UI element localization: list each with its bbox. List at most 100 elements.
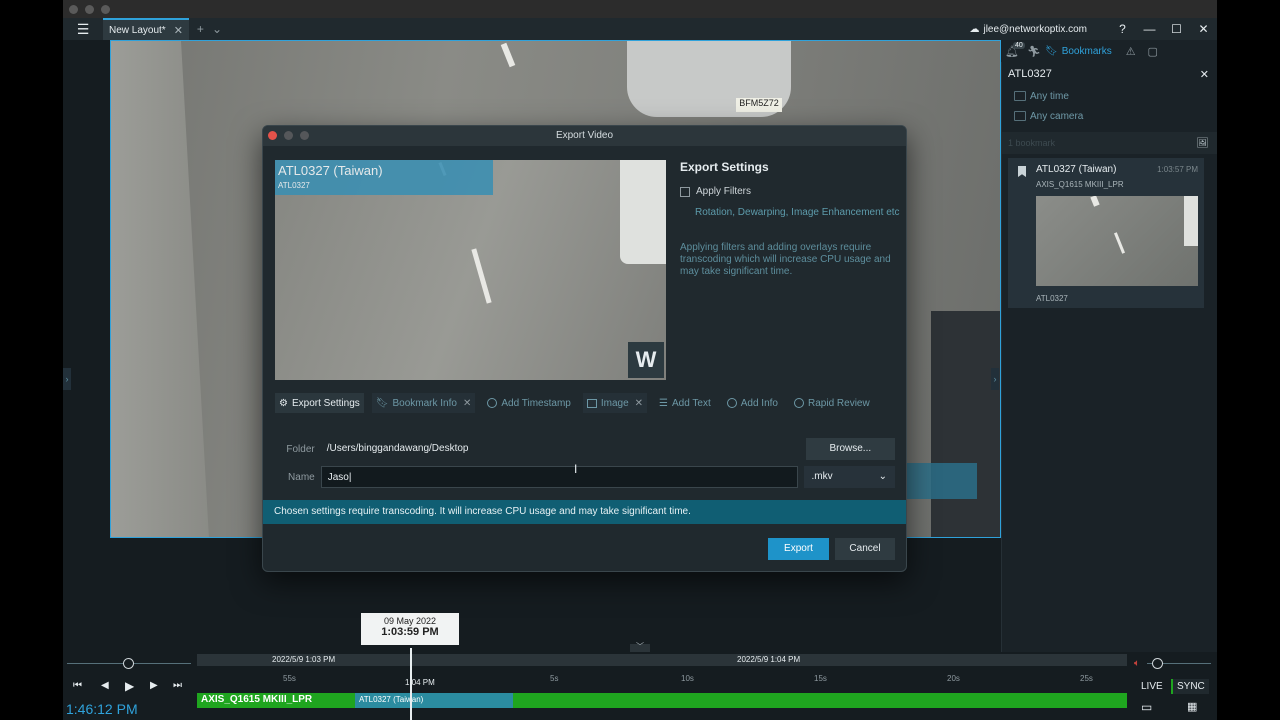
dark-car: [931, 311, 1000, 537]
tab-add-timestamp-label: Add Timestamp: [501, 397, 571, 409]
bookmarks-search-text[interactable]: ATL0327: [1008, 68, 1052, 80]
text-caret: |: [348, 472, 352, 483]
tab-rapid-review[interactable]: Rapid Review: [790, 393, 874, 413]
layout-tab[interactable]: New Layout* ✕: [103, 18, 189, 40]
filters-detail: Rotation, Dewarping, Image Enhancement e…: [695, 207, 900, 218]
tooltip-date: 09 May 2022: [383, 616, 437, 626]
bookmark-card-footer: ATL0327: [1036, 294, 1068, 303]
timeline-tooltip: 09 May 2022 1:03:59 PM: [361, 613, 459, 645]
thumbnails-toggle-icon[interactable]: ▭: [1141, 700, 1152, 714]
close-tab-icon[interactable]: ✕: [174, 24, 183, 37]
minimize-icon[interactable]: —: [1136, 22, 1163, 36]
right-panel-toggle-icon[interactable]: ›: [991, 368, 999, 390]
apply-filters-checkbox[interactable]: Apply Filters: [680, 186, 900, 197]
preview-caption: ATL0327 (Taiwan) ATL0327: [275, 160, 493, 195]
browse-button[interactable]: Browse...: [805, 438, 895, 460]
export-video-dialog: Export Video ATL0327 (Taiwan) ATL0327 W …: [262, 125, 907, 572]
objects-tab-icon[interactable]: ▢: [1142, 45, 1164, 58]
tab-bookmark-info[interactable]: 🔖︎ Bookmark Info ✕: [371, 393, 476, 413]
info-icon: [726, 398, 737, 408]
left-panel-toggle-icon[interactable]: ›: [63, 368, 71, 390]
chevron-down-icon: ⌄: [878, 471, 888, 482]
folder-path-field[interactable]: /Users/binggandawang/Desktop: [320, 438, 800, 460]
timeline-collapse-icon[interactable]: ﹀: [630, 643, 650, 652]
tab-rapid-review-label: Rapid Review: [808, 397, 870, 409]
zoom-dot-icon[interactable]: [101, 5, 110, 14]
tick-label: 15s: [814, 674, 827, 683]
road-curb: [111, 41, 209, 537]
timeline[interactable]: 2022/5/9 1:03 PM 2022/5/9 1:04 PM 55s 1:…: [63, 652, 1217, 720]
camera-filter[interactable]: Any camera: [1002, 106, 1217, 126]
dialog-title: Export Video: [555, 130, 614, 141]
tab-export-settings-label: Export Settings: [291, 397, 360, 409]
step-back-icon[interactable]: ◀: [101, 680, 109, 691]
bookmarks-tab[interactable]: 🔖︎ Bookmarks: [1045, 46, 1112, 57]
tab-image[interactable]: Image ✕: [582, 393, 648, 413]
maximize-icon[interactable]: ☐: [1163, 22, 1190, 36]
tab-bar: ☰ New Layout* ✕ + ⌄ ☁ jlee@networkoptix.…: [63, 18, 1217, 40]
sync-button[interactable]: SYNC: [1171, 679, 1209, 694]
minimize-dot-icon[interactable]: [85, 5, 94, 14]
calendar-toggle-icon[interactable]: ▦: [1187, 700, 1197, 713]
skip-back-icon[interactable]: ⏮: [73, 680, 82, 691]
help-icon[interactable]: ?: [1109, 22, 1136, 36]
lane-marking: [500, 42, 516, 68]
close-window-icon[interactable]: ✕: [1190, 22, 1217, 36]
dialog-minimize-dot-icon: [284, 131, 293, 140]
main-menu-icon[interactable]: ☰: [63, 18, 103, 40]
bookmark-flag-icon: [1018, 166, 1026, 177]
mute-icon[interactable]: 🔈︎: [1134, 658, 1140, 669]
close-dot-icon[interactable]: [69, 5, 78, 14]
play-icon[interactable]: ▶: [125, 679, 134, 693]
rapid-review-icon: [794, 398, 804, 408]
step-forward-icon[interactable]: ▶: [150, 680, 158, 691]
time-filter[interactable]: Any time: [1002, 86, 1217, 106]
notifications-badge: 40: [1013, 41, 1025, 49]
tab-export-settings[interactable]: ⚙ Export Settings: [275, 393, 364, 413]
right-panel-tabs: 🔔︎ 40 🏃︎ 🔖︎ Bookmarks ⚠ ▢: [1001, 40, 1217, 62]
timeline-date-label-1: 2022/5/9 1:03 PM: [272, 655, 336, 664]
header-right: ☁ jlee@networkoptix.com ? — ☐ ✕: [969, 18, 1217, 40]
add-tab-icon[interactable]: +: [197, 22, 204, 36]
remove-bookmark-info-icon[interactable]: ✕: [463, 398, 471, 409]
tab-add-timestamp[interactable]: Add Timestamp: [483, 393, 574, 413]
notifications-tab[interactable]: 🔔︎ 40: [1001, 41, 1025, 58]
timeline-track[interactable]: AXIS_Q1615 MKIII_LPR ATL0327 (Taiwan): [197, 693, 1127, 708]
bookmark-icon: 🔖︎: [1045, 45, 1058, 57]
bookmark-thumbnail: [1036, 196, 1198, 286]
bookmark-card-camera: AXIS_Q1615 MKIII_LPR: [1036, 180, 1124, 189]
bookmarks-panel-header: ATL0327 ✕: [1002, 62, 1217, 86]
file-name-input[interactable]: Jaso|: [320, 466, 798, 488]
text-icon: ☰: [659, 397, 668, 409]
dialog-titlebar: Export Video: [263, 126, 906, 146]
remove-image-icon[interactable]: ✕: [635, 398, 643, 409]
format-select[interactable]: .mkv ⌄: [803, 466, 896, 488]
bookmarks-panel: ATL0327 ✕ Any time Any camera 1 bookmark…: [1001, 62, 1217, 652]
transcoding-note: Applying filters and adding overlays req…: [680, 242, 891, 277]
volume-slider-handle[interactable]: [1152, 658, 1163, 669]
clear-search-icon[interactable]: ✕: [1200, 68, 1209, 81]
skip-forward-icon[interactable]: ⏭: [173, 680, 182, 691]
clock-icon: [487, 398, 498, 408]
dialog-close-dot-icon[interactable]: [268, 131, 277, 140]
export-button[interactable]: Export: [768, 538, 829, 560]
watermark-logo: W: [628, 342, 664, 378]
image-toggle-icon[interactable]: 🖼︎: [1196, 138, 1209, 149]
events-tab-icon[interactable]: ⚠: [1120, 45, 1142, 58]
bookmarks-tab-label: Bookmarks: [1061, 45, 1112, 57]
tab-add-info[interactable]: Add Info: [723, 393, 782, 413]
image-icon: [586, 398, 597, 408]
zoom-slider-handle[interactable]: [123, 658, 134, 669]
camera-filter-label: Any camera: [1030, 110, 1084, 122]
time-filter-label: Any time: [1030, 90, 1069, 102]
bookmark-card[interactable]: ATL0327 (Taiwan) 1:03:57 PM AXIS_Q1615 M…: [1008, 158, 1204, 308]
tick-label: 55s: [283, 674, 296, 683]
tabs-dropdown-icon[interactable]: ⌄: [212, 22, 222, 36]
transcoding-warning: Chosen settings require transcoding. It …: [263, 500, 906, 524]
motion-tab-icon[interactable]: 🏃︎: [1023, 45, 1045, 58]
live-button[interactable]: LIVE: [1141, 681, 1163, 692]
timeline-cursor[interactable]: [410, 648, 412, 720]
tab-add-text[interactable]: ☰ Add Text: [655, 393, 715, 413]
cancel-button[interactable]: Cancel: [835, 538, 895, 560]
user-account[interactable]: jlee@networkoptix.com: [983, 24, 1087, 35]
